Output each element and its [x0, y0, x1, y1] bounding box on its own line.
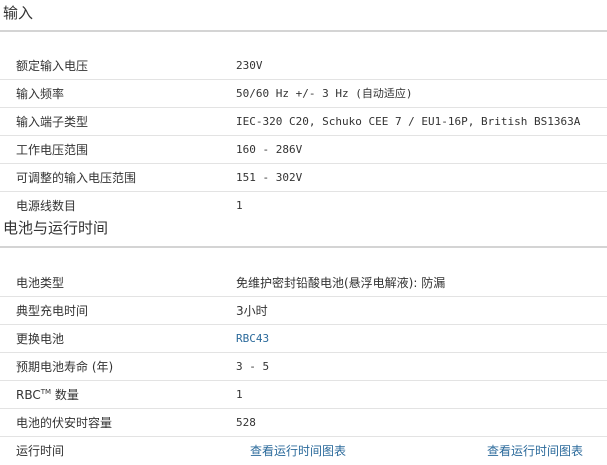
spec-value: 50/60 Hz +/- 3 Hz (自动适应) [236, 87, 413, 100]
battery-spec-table: 电池类型 免维护密封铅酸电池(悬浮电解液): 防漏 典型充电时间 3小时 更换电… [0, 269, 607, 465]
spec-value: 230V [236, 59, 263, 72]
spec-label: 输入端子类型 [16, 115, 89, 129]
replacement-battery-link[interactable]: RBC43 [236, 325, 269, 353]
rbc-label-prefix: RBC [16, 388, 41, 402]
table-row: 电源线数目 1 [0, 192, 607, 220]
input-section-title: 输入 [3, 4, 34, 22]
trademark-superscript: TM [40, 388, 52, 396]
spec-value: IEC-320 C20, Schuko CEE 7 / EU1-16P, Bri… [236, 115, 581, 128]
runtime-chart-link-secondary[interactable]: 查看运行时间图表 [487, 437, 583, 465]
spec-value: 160 - 286V [236, 143, 303, 156]
spec-value: 151 - 302V [236, 171, 303, 184]
table-row: 电池类型 免维护密封铅酸电池(悬浮电解液): 防漏 [0, 269, 607, 297]
spec-label: 预期电池寿命 (年) [16, 360, 114, 374]
table-row: 额定输入电压 230V [0, 52, 607, 80]
rbc-label-suffix: 数量 [51, 388, 79, 402]
table-row: 输入端子类型 IEC-320 C20, Schuko CEE 7 / EU1-1… [0, 108, 607, 136]
table-row: RBCTM 数量 1 [0, 381, 607, 409]
table-row: 电池的伏安时容量 528 [0, 409, 607, 437]
battery-section-divider [0, 246, 607, 248]
table-row: 典型充电时间 3小时 [0, 297, 607, 325]
spec-label: 电源线数目 [16, 199, 77, 213]
input-section-divider [0, 30, 607, 32]
spec-value: 免维护密封铅酸电池(悬浮电解液): 防漏 [236, 276, 446, 290]
spec-label: 典型充电时间 [16, 304, 89, 318]
table-row: 运行时间 查看运行时间图表 查看运行时间图表 [0, 437, 607, 465]
spec-value: 528 [236, 416, 256, 429]
table-row: 输入频率 50/60 Hz +/- 3 Hz (自动适应) [0, 80, 607, 108]
spec-value: 1 [236, 199, 243, 212]
spec-label: RBCTM 数量 [16, 381, 79, 409]
table-row: 预期电池寿命 (年) 3 - 5 [0, 353, 607, 381]
table-row: 可调整的输入电压范围 151 - 302V [0, 164, 607, 192]
table-row: 更换电池 RBC43 [0, 325, 607, 353]
spec-label: 额定输入电压 [16, 59, 89, 73]
runtime-chart-link[interactable]: 查看运行时间图表 [250, 437, 346, 465]
spec-label: 更换电池 [16, 332, 65, 346]
table-row: 工作电压范围 160 - 286V [0, 136, 607, 164]
spec-label: 工作电压范围 [16, 143, 89, 157]
spec-label: 输入频率 [16, 87, 65, 101]
battery-section-title: 电池与运行时间 [3, 219, 109, 237]
spec-label: 可调整的输入电压范围 [16, 171, 137, 185]
spec-value: 1 [236, 388, 243, 401]
spec-value: 3小时 [236, 304, 268, 318]
spec-label: 电池的伏安时容量 [16, 416, 113, 430]
spec-label: 运行时间 [16, 444, 65, 458]
input-spec-table: 额定输入电压 230V 输入频率 50/60 Hz +/- 3 Hz (自动适应… [0, 52, 607, 220]
spec-label: 电池类型 [16, 276, 65, 290]
spec-value: 3 - 5 [236, 360, 270, 373]
